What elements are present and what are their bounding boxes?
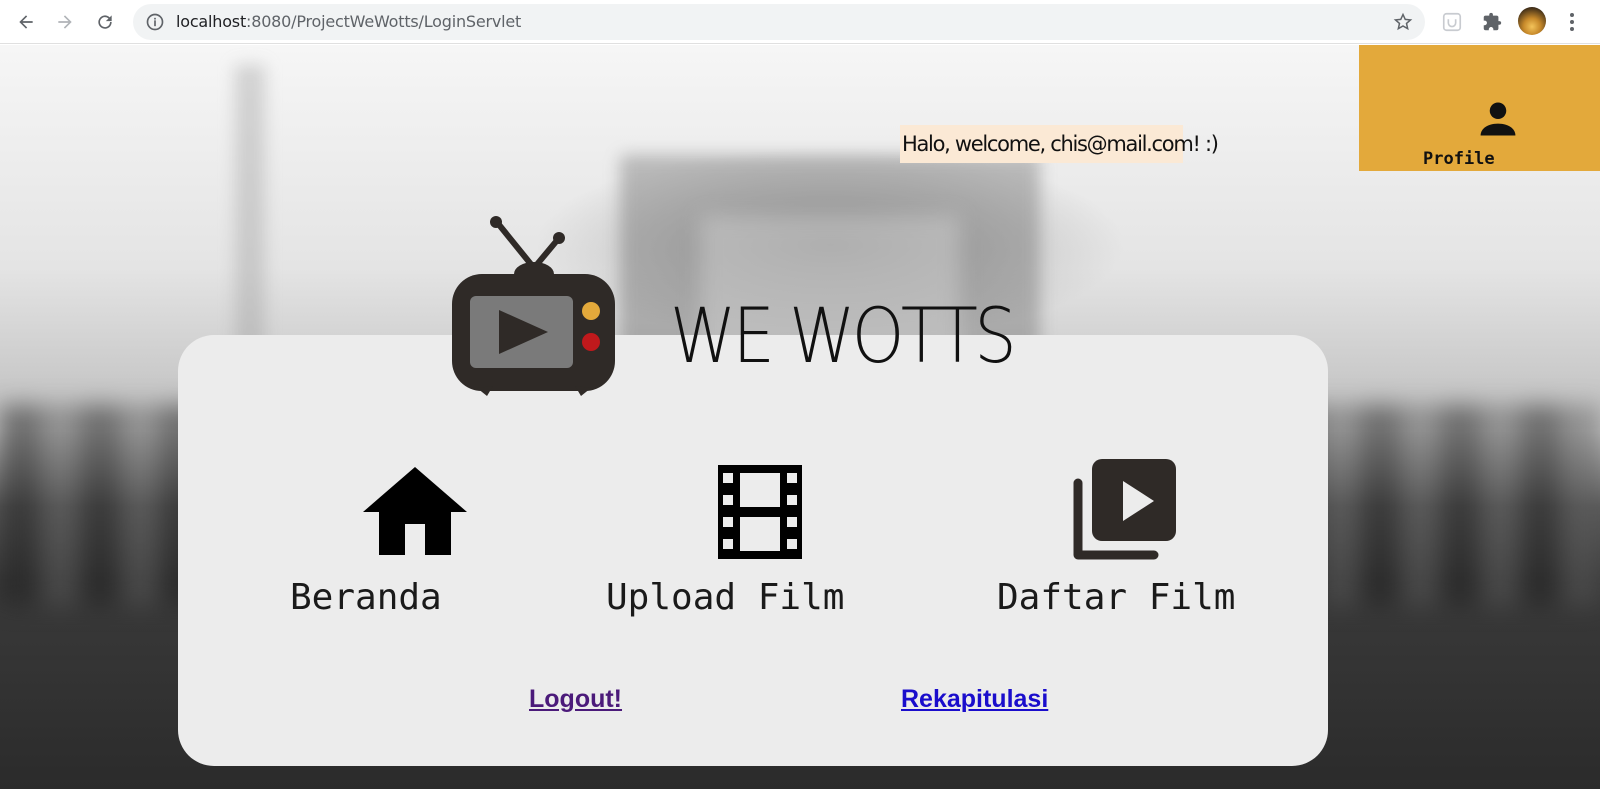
url-host: localhost bbox=[176, 12, 247, 31]
tv-logo-icon bbox=[452, 216, 615, 396]
star-icon[interactable] bbox=[1393, 12, 1413, 32]
home-icon bbox=[363, 467, 467, 555]
address-bar[interactable]: localhost:8080/ProjectWeWotts/LoginServl… bbox=[133, 4, 1425, 40]
menu-icon[interactable] bbox=[1562, 10, 1582, 34]
menu-item-daftar-film[interactable]: Daftar Film bbox=[990, 459, 1250, 625]
puzzle-icon bbox=[1483, 12, 1502, 31]
video-library-icon bbox=[1073, 459, 1176, 560]
film-strip-icon bbox=[718, 465, 802, 559]
menu-label-upload-film: Upload Film bbox=[606, 577, 845, 618]
logout-link[interactable]: Logout! bbox=[529, 685, 622, 714]
menu-label-beranda: Beranda bbox=[290, 577, 442, 618]
brand-title: WE WOTTS bbox=[670, 291, 1017, 380]
back-icon bbox=[19, 15, 33, 29]
reload-icon bbox=[98, 15, 112, 29]
reload-button[interactable] bbox=[91, 8, 119, 36]
browser-toolbar: localhost:8080/ProjectWeWotts/LoginServl… bbox=[0, 0, 1600, 44]
menu-item-upload-film[interactable]: Upload Film bbox=[600, 465, 860, 625]
extension-icon bbox=[1442, 12, 1462, 32]
forward-button[interactable] bbox=[51, 8, 79, 36]
welcome-message: Halo, welcome, chis@mail.com! :) bbox=[900, 125, 1219, 163]
extensions-button[interactable] bbox=[1480, 10, 1504, 34]
forward-icon bbox=[58, 15, 72, 29]
url-text[interactable]: localhost:8080/ProjectWeWotts/LoginServl… bbox=[176, 12, 521, 31]
info-icon[interactable] bbox=[145, 12, 165, 32]
profile-label[interactable]: Profile bbox=[1423, 149, 1495, 169]
page-background: Profile Halo, welcome, chis@mail.com! :)… bbox=[0, 45, 1600, 789]
back-button[interactable] bbox=[12, 8, 40, 36]
menu-label-daftar-film: Daftar Film bbox=[997, 577, 1236, 618]
rekapitulasi-link[interactable]: Rekapitulasi bbox=[901, 685, 1048, 714]
url-path: :8080/ProjectWeWotts/LoginServlet bbox=[246, 12, 522, 31]
avatar[interactable] bbox=[1518, 7, 1546, 35]
menu-item-beranda[interactable]: Beranda bbox=[285, 465, 485, 625]
person-icon[interactable] bbox=[1476, 97, 1520, 141]
extension-button[interactable] bbox=[1440, 10, 1464, 34]
